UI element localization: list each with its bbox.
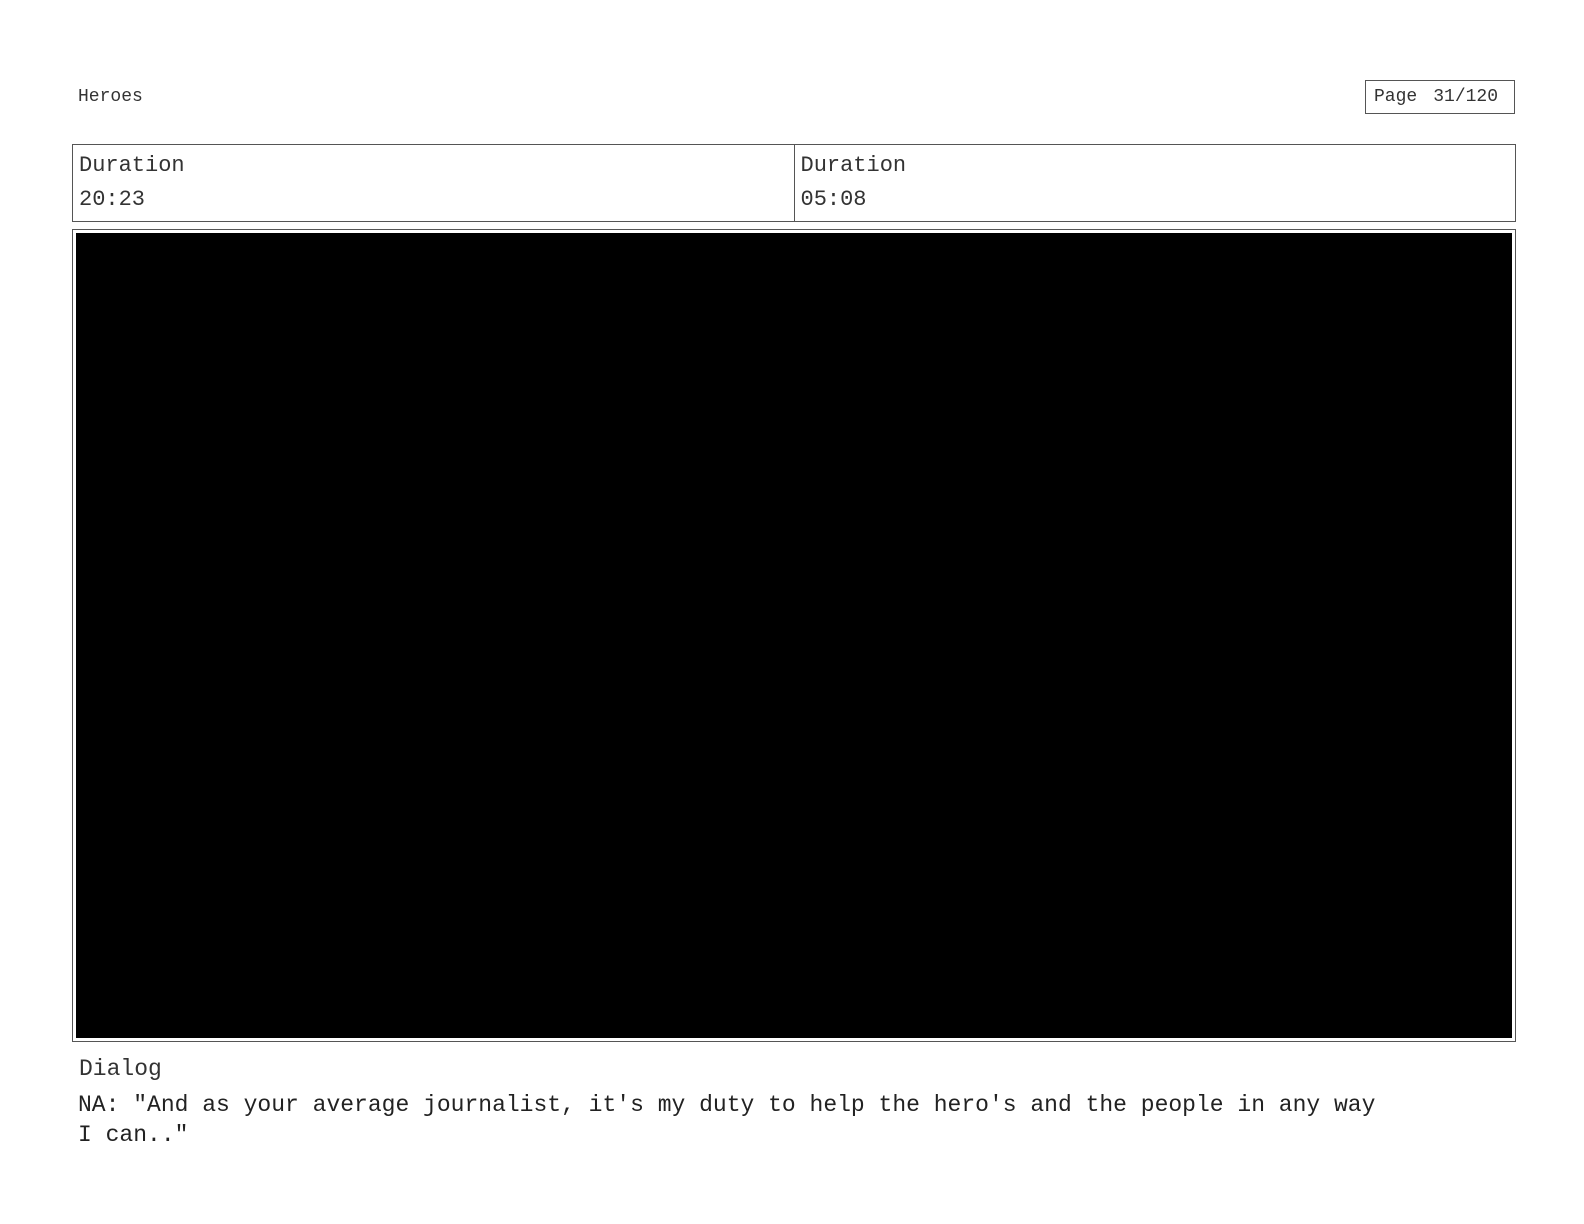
page-indicator: Page 31/120 [1365,80,1515,114]
total-duration-value: 20:23 [79,187,146,212]
dialog-label: Dialog [79,1056,162,1082]
duration-row: Duration 20:23 Duration 05:08 [72,144,1516,222]
frame-image [76,233,1512,1038]
shot-duration-cell: Duration 05:08 [793,145,1516,221]
total-duration-label: Duration [79,153,185,178]
shot-duration-value: 05:08 [800,187,867,212]
project-title: Heroes [78,87,143,107]
storyboard-frame [72,229,1516,1042]
shot-duration-label: Duration [800,153,907,178]
dialog-text: NA: "And as your average journalist, it'… [78,1092,1376,1148]
total-duration-cell: Duration 20:23 [73,145,794,221]
page-label: Page [1374,87,1418,107]
page-number: 31/120 [1433,87,1499,107]
